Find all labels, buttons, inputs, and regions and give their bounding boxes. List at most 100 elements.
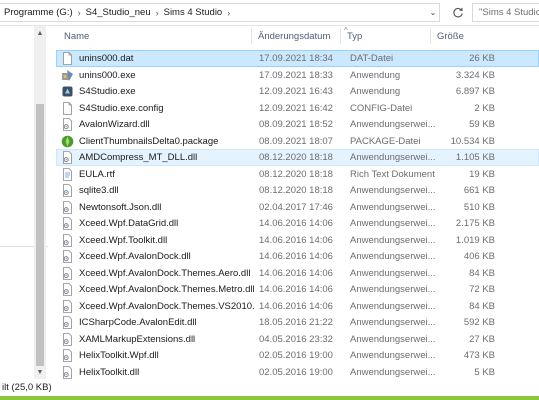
file-modified-date: 18.05.2016 21:22 (259, 317, 333, 328)
scroll-up-arrow-icon[interactable]: ▲ (34, 26, 46, 40)
file-modified-date: 17.09.2021 18:33 (259, 69, 333, 81)
file-type: Anwendung (350, 86, 401, 97)
file-row[interactable]: Xceed.Wpf.AvalonDock.Themes.Metro.dll 14.… (56, 281, 539, 298)
s4studio-app-icon (61, 85, 74, 98)
file-name: EULA.rtf (79, 168, 115, 180)
file-size: 10.534 KB (450, 135, 495, 147)
file-row[interactable]: ICSharpCode.AvalonEdit.dll 18.05.2016 21:… (56, 314, 539, 331)
file-type: Anwendungserwei... (350, 267, 436, 279)
file-row[interactable]: AvalonWizard.dll 08.09.2021 18:52 Anwendun… (56, 116, 539, 133)
file-size: 3.324 KB (455, 69, 495, 81)
file-size: 72 KB (469, 284, 495, 295)
file-row[interactable]: S4Studio.exe.config 12.09.2021 16:42 CONFI… (56, 100, 539, 117)
file-size: 510 KB (463, 201, 495, 213)
rtf-file-icon (61, 167, 74, 181)
dll-file-icon (61, 233, 74, 247)
file-name: Xceed.Wpf.AvalonDock.Themes.Aero.dll (79, 267, 251, 279)
file-size: 26 KB (469, 53, 495, 64)
file-type: Anwendung (350, 69, 401, 81)
dll-file-icon (61, 299, 74, 313)
file-row[interactable]: Xceed.Wpf.DataGrid.dll 14.06.2016 14:06 An… (56, 215, 539, 232)
breadcrumb-separator-icon[interactable]: › (78, 8, 81, 18)
dll-file-icon (61, 316, 74, 329)
file-size: 5 KB (474, 366, 495, 378)
file-size: 473 KB (463, 350, 495, 361)
file-row[interactable]: AMDCompress_MT_DLL.dll 08.12.2020 18:18 An… (56, 149, 539, 166)
dll-file-icon (61, 118, 74, 131)
generic-file-icon (61, 52, 74, 65)
file-modified-date: 08.09.2021 18:07 (259, 135, 333, 147)
file-type: Anwendungserwei... (350, 201, 436, 213)
address-history-chevron-down-icon[interactable]: ⌄ (428, 7, 438, 17)
file-size: 406 KB (463, 251, 495, 262)
file-size: 592 KB (463, 317, 495, 328)
scroll-down-arrow-icon[interactable]: ▼ (34, 365, 46, 379)
file-name: S4Studio.exe.config (79, 102, 164, 114)
file-row[interactable]: unins000.dat 17.09.2021 18:34 DAT-Datei 26 … (56, 50, 539, 67)
search-input[interactable]: "Sims 4 Studio" (472, 3, 539, 22)
file-row[interactable]: Xceed.Wpf.AvalonDock.Themes.VS2010.dll 14… (56, 298, 539, 315)
file-modified-date: 02.04.2017 17:46 (259, 201, 333, 213)
file-modified-date: 14.06.2016 14:06 (259, 284, 333, 295)
file-size: 84 KB (469, 300, 495, 312)
file-type: Anwendungserwei... (350, 366, 436, 378)
file-type: Anwendungserwei... (350, 350, 436, 361)
status-text: ilt (25,0 KB) (2, 382, 52, 393)
file-row[interactable]: HelixToolkit.Wpf.dll 02.05.2016 19:00 Anwe… (56, 347, 539, 364)
file-row[interactable]: Xceed.Wpf.AvalonDock.Themes.Aero.dll 14.0… (56, 265, 539, 282)
file-modified-date: 14.06.2016 14:06 (259, 251, 333, 262)
file-modified-date: 17.09.2021 18:34 (259, 53, 333, 64)
file-name: ICSharpCode.AvalonEdit.dll (79, 317, 197, 328)
refresh-icon[interactable] (449, 4, 466, 21)
file-type: Anwendungserwei... (350, 251, 436, 262)
file-name: Xceed.Wpf.AvalonDock.Themes.VS2010.dll (79, 300, 254, 312)
file-type: Anwendungserwei... (350, 218, 436, 229)
uninstaller-exe-icon (61, 69, 74, 82)
file-row[interactable]: ClientThumbnailsDelta0.package 08.09.2021… (56, 133, 539, 150)
file-modified-date: 08.12.2020 18:18 (259, 185, 333, 196)
file-row[interactable]: EULA.rtf 08.12.2020 18:18 Rich Text Dokume… (56, 166, 539, 183)
file-size: 84 KB (469, 267, 495, 279)
file-size: 2 KB (474, 102, 495, 114)
file-row[interactable]: sqlite3.dll 08.12.2020 18:18 Anwendungserw… (56, 182, 539, 199)
column-header-date[interactable]: Änderungsdatum (252, 26, 342, 46)
file-name: sqlite3.dll (79, 185, 119, 196)
file-type: Anwendungserwei... (350, 300, 436, 312)
breadcrumb-separator-icon[interactable]: › (227, 8, 230, 18)
column-header-type[interactable]: Typ (341, 26, 431, 46)
file-name: unins000.exe (79, 69, 136, 81)
file-row[interactable]: Newtonsoft.Json.dll 02.04.2017 17:46 Anwen… (56, 199, 539, 216)
file-type: Anwendungserwei... (350, 234, 436, 246)
breadcrumb-folder-sims-4-studio[interactable]: Sims 4 Studio (164, 7, 223, 18)
column-header-size[interactable]: Größe (431, 26, 531, 46)
file-row[interactable]: XAMLMarkupExtensions.dll 04.05.2016 23:32… (56, 331, 539, 348)
file-name: unins000.dat (79, 53, 134, 64)
file-type: Anwendungserwei... (350, 317, 436, 328)
file-size: 19 KB (469, 168, 495, 180)
file-row[interactable]: Xceed.Wpf.Toolkit.dll 14.06.2016 14:06 Anw… (56, 232, 539, 249)
file-modified-date: 08.12.2020 18:18 (259, 152, 333, 163)
file-modified-date: 02.05.2016 19:00 (259, 366, 333, 378)
file-row[interactable]: Xceed.Wpf.AvalonDock.dll 14.06.2016 14:06… (56, 248, 539, 265)
navigation-scrollbar[interactable]: ▲ ▼ (34, 26, 46, 379)
package-file-icon (61, 135, 74, 148)
file-row[interactable]: HelixToolkit.dll 02.05.2016 19:00 Anwendun… (56, 364, 539, 381)
address-breadcrumb[interactable]: Programme (G:) › S4_Studio_neu › Sims 4 … (0, 3, 440, 22)
breadcrumb-folder-s4-studio-neu[interactable]: S4_Studio_neu (86, 7, 151, 18)
file-type: Anwendungserwei... (350, 119, 436, 130)
column-header-name[interactable]: Name (58, 26, 258, 46)
status-bar: ilt (25,0 KB) (0, 379, 539, 396)
file-type: Anwendungserwei... (350, 333, 436, 345)
dll-file-icon (61, 365, 74, 379)
file-modified-date: 12.09.2021 16:42 (259, 102, 333, 114)
file-type: Anwendungserwei... (350, 152, 436, 163)
file-row[interactable]: unins000.exe 17.09.2021 18:33 Anwendung 3.3… (56, 67, 539, 84)
file-row[interactable]: S4Studio.exe 12.09.2021 16:43 Anwendung 6.8… (56, 83, 539, 100)
breadcrumb-drive[interactable]: Programme (G:) (4, 7, 73, 18)
scrollbar-thumb[interactable] (36, 104, 44, 366)
breadcrumb-separator-icon[interactable]: › (156, 8, 159, 18)
file-type: CONFIG-Datei (350, 102, 413, 114)
file-modified-date: 08.12.2020 18:18 (259, 168, 333, 180)
file-size: 6.897 KB (455, 86, 495, 97)
file-name: AvalonWizard.dll (79, 119, 150, 130)
